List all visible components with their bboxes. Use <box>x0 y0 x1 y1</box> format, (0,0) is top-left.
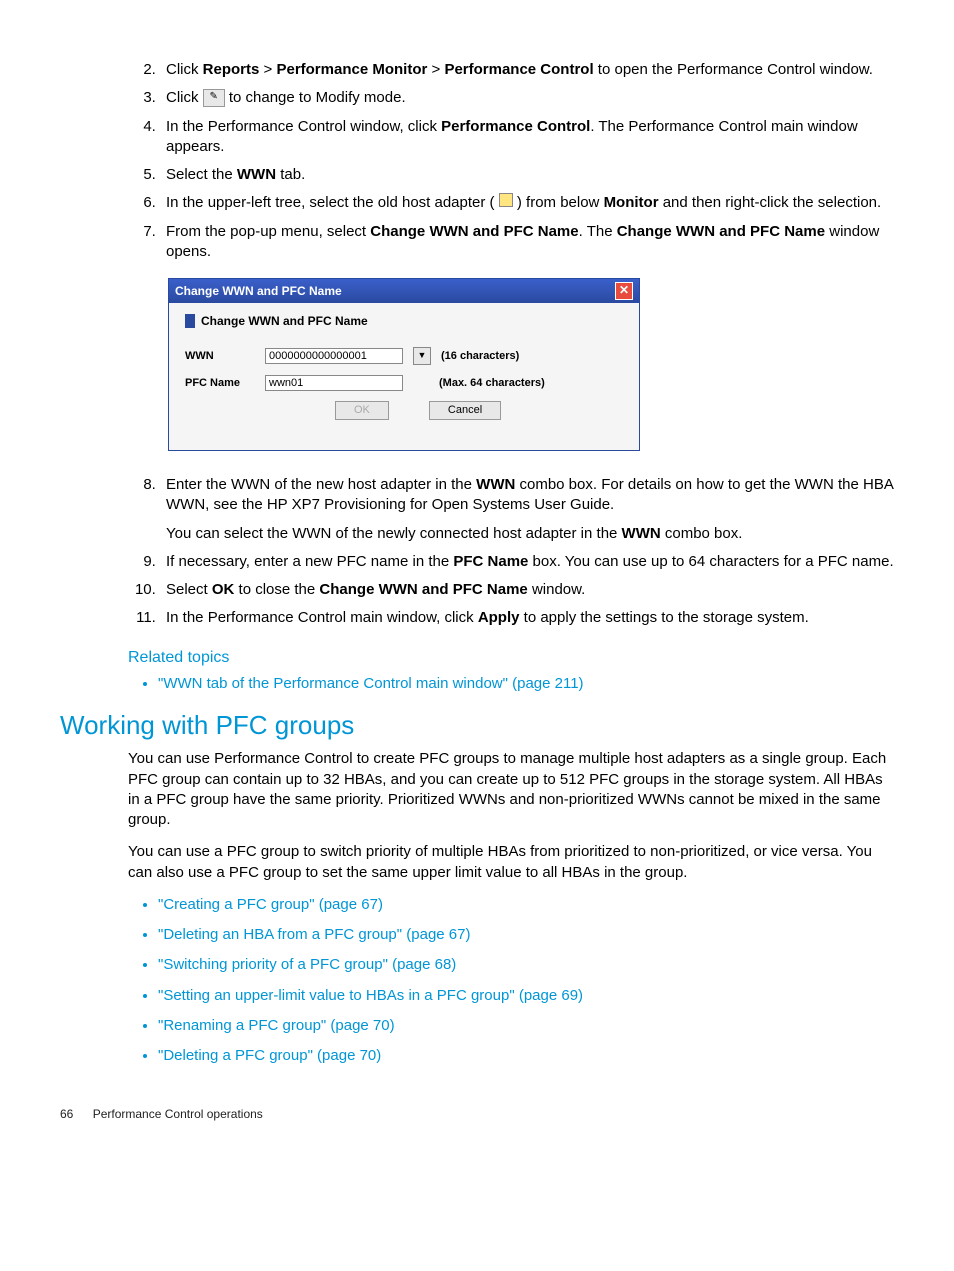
step-5: Select the WWN tab. <box>160 165 894 185</box>
close-icon[interactable]: ✕ <box>615 282 633 300</box>
dropdown-icon[interactable]: ▼ <box>413 347 431 365</box>
wwn-input[interactable] <box>265 348 403 364</box>
pfc-row: PFC Name (Max. 64 characters) <box>185 375 623 391</box>
list-item: "Deleting an HBA from a PFC group" (page… <box>158 925 894 945</box>
text: > <box>259 61 276 78</box>
text: In the Performance Control main window, … <box>166 609 478 626</box>
text: to change to Modify mode. <box>225 89 406 106</box>
text: to open the Performance Control window. <box>594 61 873 78</box>
text: WWN <box>622 525 661 542</box>
wwn-hint: (16 characters) <box>441 349 519 364</box>
list-item: "Renaming a PFC group" (page 70) <box>158 1016 894 1036</box>
link[interactable]: "Renaming a PFC group" (page 70) <box>158 1017 395 1034</box>
dialog-body: Change WWN and PFC Name WWN ▼ (16 charac… <box>169 303 639 450</box>
text: to apply the settings to the storage sys… <box>519 609 808 626</box>
footer-title: Performance Control operations <box>93 1107 263 1121</box>
section-heading: Working with PFC groups <box>60 708 894 743</box>
text: Change WWN and PFC Name <box>370 223 578 240</box>
text: In the upper-left tree, select the old h… <box>166 194 499 211</box>
step-2: Click Reports > Performance Monitor > Pe… <box>160 60 894 80</box>
text: From the pop-up menu, select <box>166 223 370 240</box>
text: window. <box>528 581 586 598</box>
step-8: Enter the WWN of the new host adapter in… <box>160 475 894 544</box>
host-adapter-icon <box>499 193 513 207</box>
page-footer: 66 Performance Control operations <box>60 1106 894 1122</box>
text: You can select the WWN of the newly conn… <box>166 525 622 542</box>
link[interactable]: "Deleting a PFC group" (page 70) <box>158 1047 381 1064</box>
text: Reports <box>203 61 260 78</box>
pfc-hint: (Max. 64 characters) <box>439 376 545 391</box>
text: Apply <box>478 609 520 626</box>
step-4: In the Performance Control window, click… <box>160 117 894 158</box>
cancel-button[interactable]: Cancel <box>429 401 501 420</box>
text: to close the <box>234 581 319 598</box>
step-11: In the Performance Control main window, … <box>160 608 894 628</box>
pfc-label: PFC Name <box>185 376 255 391</box>
step-list-2: Enter the WWN of the new host adapter in… <box>60 475 894 629</box>
step-9: If necessary, enter a new PFC name in th… <box>160 552 894 572</box>
text: In the Performance Control window, click <box>166 118 441 135</box>
text: Monitor <box>604 194 659 211</box>
dialog-titlebar: Change WWN and PFC Name ✕ <box>169 279 639 303</box>
text: Click <box>166 89 203 106</box>
dialog-title-text: Change WWN and PFC Name <box>175 283 342 299</box>
change-wwn-dialog: Change WWN and PFC Name ✕ Change WWN and… <box>168 278 640 451</box>
text: combo box. <box>661 525 743 542</box>
related-item: "WWN tab of the Performance Control main… <box>158 674 894 694</box>
list-item: "Deleting a PFC group" (page 70) <box>158 1046 894 1066</box>
text: Select <box>166 581 212 598</box>
text: PFC Name <box>453 553 528 570</box>
text: Select the <box>166 166 237 183</box>
blue-marker-icon <box>185 314 195 328</box>
wwn-row: WWN ▼ (16 characters) <box>185 347 623 365</box>
text: box. You can use up to 64 characters for… <box>528 553 893 570</box>
text: Click <box>166 61 203 78</box>
step-6: In the upper-left tree, select the old h… <box>160 193 894 213</box>
modify-mode-icon: ✎ <box>203 89 225 107</box>
text: > <box>427 61 444 78</box>
list-item: "Switching priority of a PFC group" (pag… <box>158 955 894 975</box>
text: Enter the WWN of the new host adapter in… <box>166 476 476 493</box>
text: WWN <box>237 166 276 183</box>
dialog-buttons: OK Cancel <box>335 401 623 420</box>
list-item: "Creating a PFC group" (page 67) <box>158 895 894 915</box>
step-list: Click Reports > Performance Monitor > Pe… <box>60 60 894 262</box>
related-link[interactable]: "WWN tab of the Performance Control main… <box>158 675 584 692</box>
dialog-subtitle: Change WWN and PFC Name <box>185 313 623 329</box>
text: Change WWN and PFC Name <box>617 223 825 240</box>
text: Performance Control <box>444 61 593 78</box>
related-list: "WWN tab of the Performance Control main… <box>158 674 894 694</box>
page-number: 66 <box>60 1107 73 1121</box>
link[interactable]: "Deleting an HBA from a PFC group" (page… <box>158 926 470 943</box>
link[interactable]: "Setting an upper-limit value to HBAs in… <box>158 987 583 1004</box>
step-7: From the pop-up menu, select Change WWN … <box>160 222 894 263</box>
text: If necessary, enter a new PFC name in th… <box>166 553 453 570</box>
step-3: Click ✎ to change to Modify mode. <box>160 88 894 108</box>
text: Performance Control <box>441 118 590 135</box>
text: OK <box>212 581 235 598</box>
link[interactable]: "Creating a PFC group" (page 67) <box>158 896 383 913</box>
text: ) from below <box>513 194 604 211</box>
text: and then right-click the selection. <box>659 194 882 211</box>
ok-button[interactable]: OK <box>335 401 389 420</box>
pfc-input[interactable] <box>265 375 403 391</box>
section-p1: You can use Performance Control to creat… <box>128 749 894 830</box>
section-p2: You can use a PFC group to switch priori… <box>128 842 894 883</box>
text: WWN <box>476 476 515 493</box>
section-links: "Creating a PFC group" (page 67) "Deleti… <box>158 895 894 1067</box>
text: Performance Monitor <box>276 61 427 78</box>
text: Change WWN and PFC Name <box>319 581 527 598</box>
wwn-label: WWN <box>185 349 255 364</box>
text: Change WWN and PFC Name <box>201 313 368 329</box>
link[interactable]: "Switching priority of a PFC group" (pag… <box>158 956 456 973</box>
step-10: Select OK to close the Change WWN and PF… <box>160 580 894 600</box>
text: . The <box>579 223 617 240</box>
list-item: "Setting an upper-limit value to HBAs in… <box>158 986 894 1006</box>
text: tab. <box>276 166 305 183</box>
related-topics-heading: Related topics <box>128 647 894 669</box>
